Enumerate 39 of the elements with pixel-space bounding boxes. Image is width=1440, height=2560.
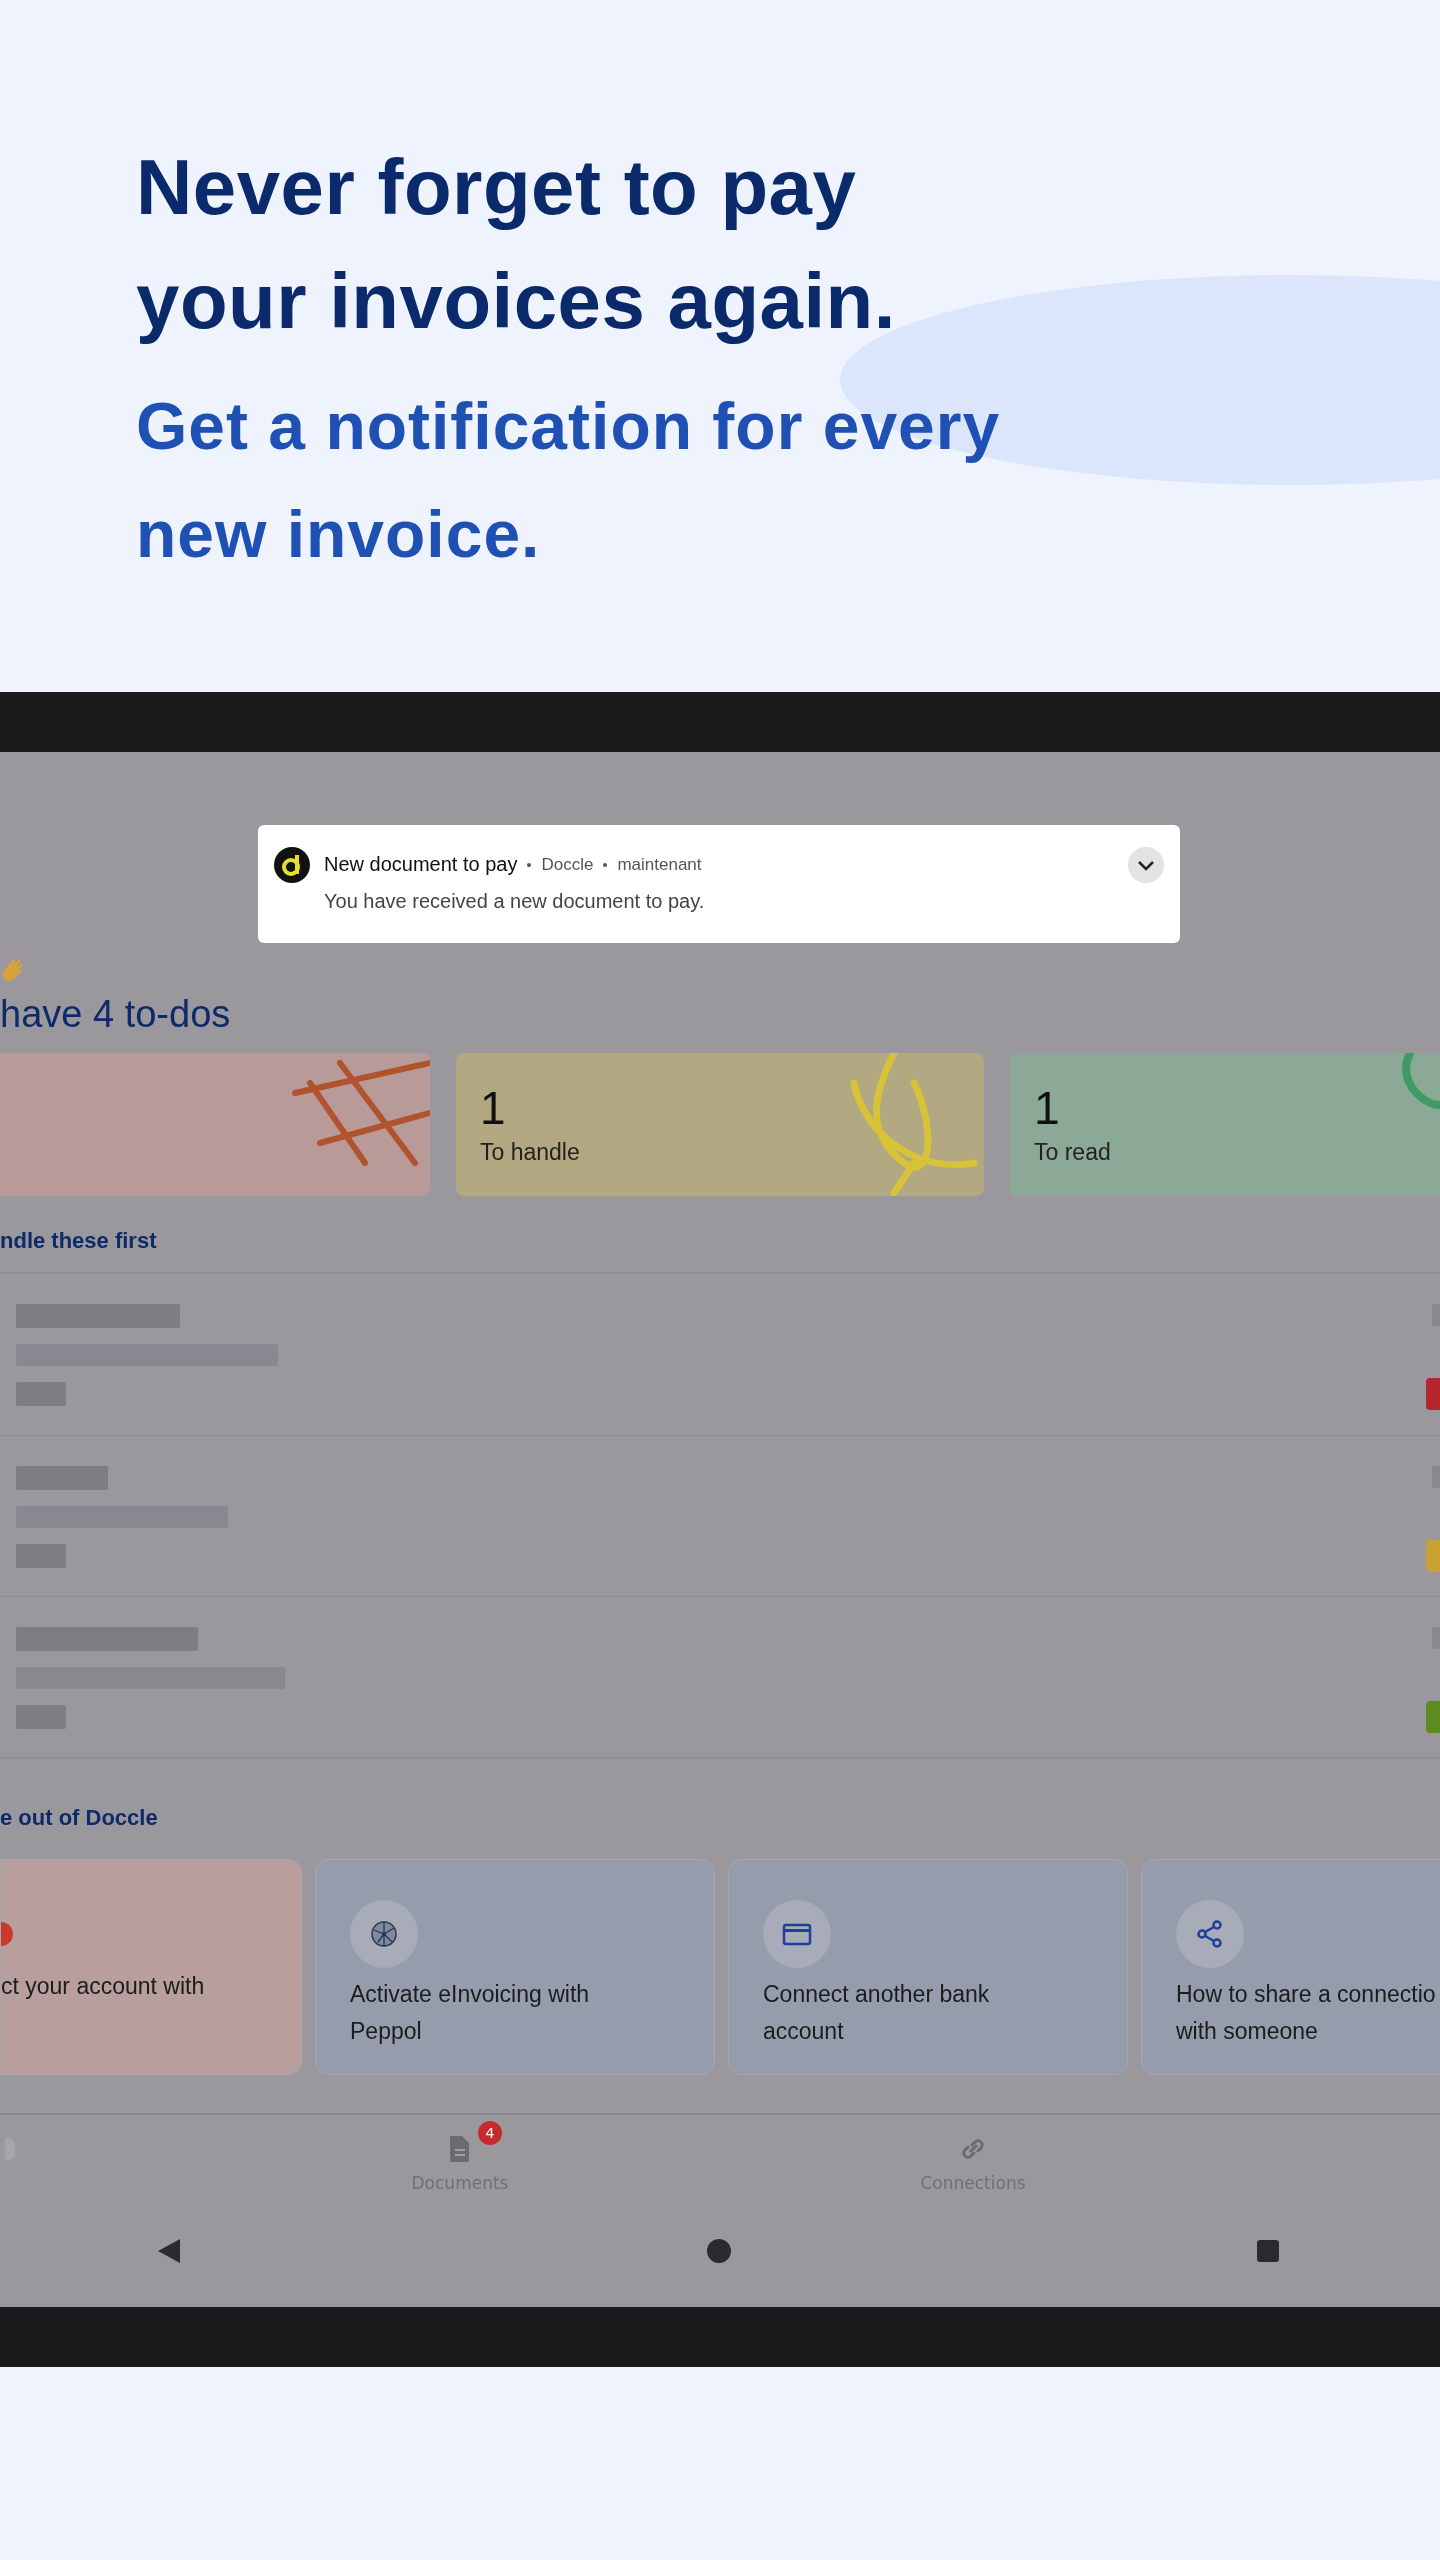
todo-count: 1	[1034, 1083, 1060, 1133]
redacted-text-bar	[16, 1544, 66, 1568]
headline-line: Never forget to pay	[136, 142, 857, 233]
recent-apps-icon[interactable]	[1256, 2239, 1280, 2263]
section-title: ndle these first	[0, 1228, 158, 1254]
tip-text: How to share a connectio with someone	[1176, 1980, 1437, 2046]
subheadline-line: new invoice.	[136, 496, 541, 573]
redacted-text-bar	[16, 1705, 66, 1729]
headline-line: your invoices again.	[136, 256, 896, 347]
todo-card[interactable]: 1 To handle	[456, 1053, 984, 1196]
expand-chevron-button[interactable]	[1128, 847, 1164, 883]
todo-count: 1	[480, 1083, 506, 1133]
alert-icon	[1, 1922, 13, 1946]
todo-card[interactable]	[0, 1053, 430, 1196]
home-icon[interactable]	[706, 2238, 732, 2264]
notification-count-badge: 4	[478, 2121, 502, 2145]
tip-text: ct your account with	[1, 1972, 206, 2001]
separator-dot-icon	[603, 862, 608, 867]
tip-card[interactable]: Activate eInvoicing with Peppol	[315, 1859, 715, 2075]
tip-text: Activate eInvoicing with Peppol	[350, 1980, 591, 2046]
section-title: e out of Doccle	[0, 1805, 159, 1831]
app-logo-icon	[274, 847, 310, 883]
subheadline-line: Get a notification for every	[136, 388, 1001, 465]
todo-label: To read	[1034, 1139, 1111, 1166]
globe-network-icon	[368, 1918, 400, 1950]
back-icon[interactable]	[156, 2237, 182, 2265]
notification-app-name: Doccle	[541, 854, 594, 875]
tip-card[interactable]: ct your account with	[0, 1859, 302, 2075]
separator-dot-icon	[527, 862, 532, 867]
todo-heading: have 4 to-dos	[0, 992, 232, 1037]
notification-time: maintenant	[617, 854, 702, 875]
tip-text: Connect another bank account	[763, 1980, 991, 2046]
todo-card[interactable]: 1 To read	[1010, 1053, 1440, 1196]
notification-title: New document to pay	[324, 853, 518, 876]
todo-label: To handle	[480, 1139, 580, 1166]
redacted-text-bar	[16, 1382, 66, 1406]
notification-body: You have received a new document to pay.	[324, 890, 706, 913]
tip-card[interactable]: How to share a connectio with someone	[1141, 1859, 1440, 2075]
tip-card[interactable]: Connect another bank account	[728, 1859, 1128, 2075]
